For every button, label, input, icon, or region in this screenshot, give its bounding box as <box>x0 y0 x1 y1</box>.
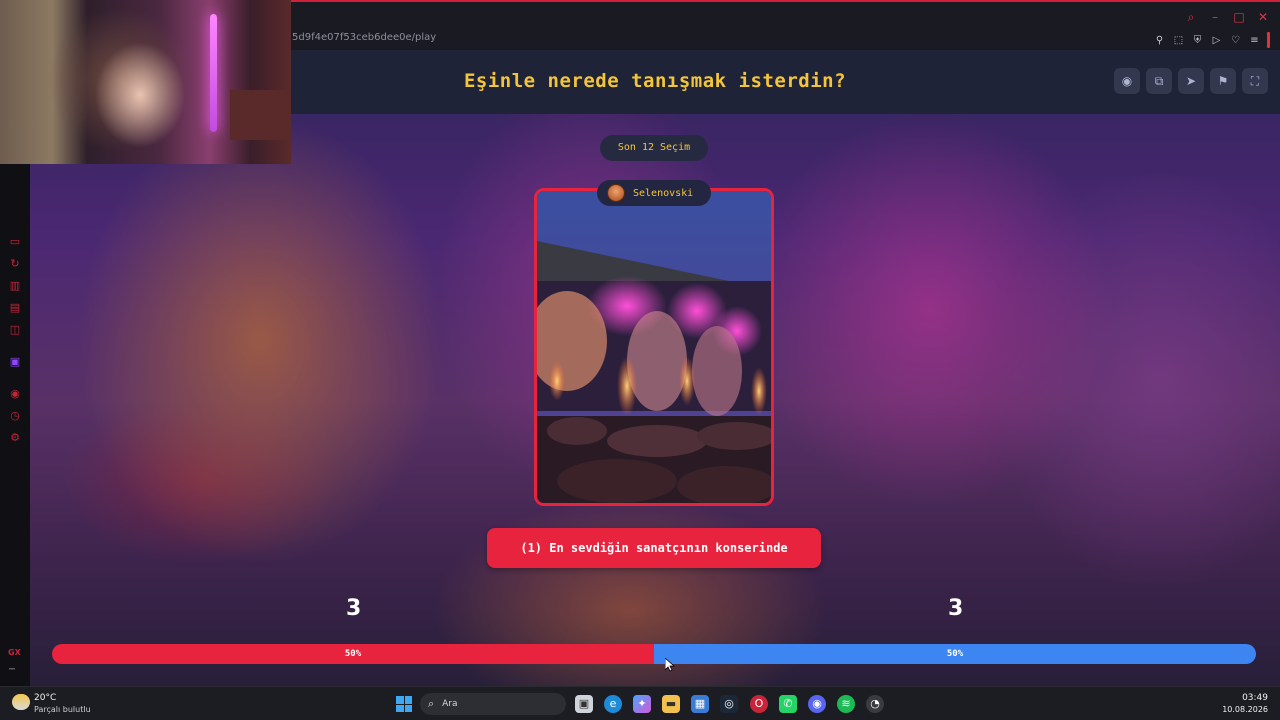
right-vote-count: 3 <box>948 596 964 621</box>
twitch-icon[interactable]: ▣ <box>9 356 21 368</box>
eye-icon[interactable]: ◉ <box>1114 68 1140 94</box>
fullscreen-icon[interactable]: ⛶ <box>1242 68 1268 94</box>
answer-image-card[interactable] <box>534 188 774 506</box>
copilot-icon[interactable]: ✦ <box>633 695 651 713</box>
user-badge: Selenovski <box>597 180 711 206</box>
gx-label[interactable]: GX <box>8 648 21 657</box>
weather-icon[interactable] <box>12 694 30 710</box>
refresh-icon[interactable]: ↻ <box>9 258 21 270</box>
extension-icons: ⚲ ⬚ ⛨ ▷ ♡ ≡ <box>1153 32 1270 48</box>
steam-icon[interactable]: ◎ <box>720 695 738 713</box>
chat-icon[interactable]: ▤ <box>9 302 21 314</box>
share-icon[interactable]: ⧉ <box>1146 68 1172 94</box>
clock-time[interactable]: 03:49 <box>1242 693 1268 703</box>
messenger-icon[interactable]: ◫ <box>9 324 21 336</box>
discord-icon[interactable]: ◉ <box>808 695 826 713</box>
shield-icon[interactable]: ⛨ <box>1191 34 1204 47</box>
play-icon[interactable]: ▷ <box>1210 34 1223 47</box>
right-percent-label: 50% <box>946 649 964 659</box>
gx-accent-bar <box>1267 32 1270 48</box>
address-bar[interactable]: 5d9f4e07f53ceb6dee0e/play <box>292 32 436 43</box>
vote-progress-bar: 50% 50% <box>52 644 1256 664</box>
file-explorer-icon[interactable]: ▬ <box>662 695 680 713</box>
search-placeholder: Ara <box>442 699 458 709</box>
close-icon[interactable]: ✕ <box>1256 10 1270 24</box>
app-icon[interactable]: ◔ <box>866 695 884 713</box>
concert-image <box>537 191 771 503</box>
mouse-cursor-icon <box>665 658 675 672</box>
clock-date[interactable]: 10.08.2026 <box>1222 705 1268 714</box>
more-icon[interactable]: ⋯ <box>9 664 15 675</box>
user-name: Selenovski <box>633 187 694 199</box>
webcam-overlay <box>0 0 291 164</box>
taskbar-search[interactable]: ⌕ Ara <box>420 693 566 715</box>
search-icon: ⌕ <box>428 697 435 710</box>
search-icon[interactable]: ⌕ <box>1184 10 1198 24</box>
minimize-icon[interactable]: – <box>1208 10 1222 24</box>
flag-icon[interactable]: ⚑ <box>1210 68 1236 94</box>
record-icon[interactable]: ◉ <box>9 388 21 400</box>
menu-icon[interactable]: ≡ <box>1248 34 1261 47</box>
opera-gx-icon[interactable]: O <box>750 695 768 713</box>
right-vote-bar: 50% <box>654 644 1256 664</box>
start-icon[interactable] <box>396 696 412 712</box>
avatar <box>607 184 625 202</box>
left-percent-label: 50% <box>344 649 362 659</box>
maximize-icon[interactable]: □ <box>1232 10 1246 24</box>
answer-option-button[interactable]: (1) En sevdiğin sanatçının konserinde <box>487 528 821 568</box>
weather-description[interactable]: Parçalı bulutlu <box>34 705 91 714</box>
edge-icon[interactable]: e <box>604 695 622 713</box>
spotify-icon[interactable]: ≋ <box>837 695 855 713</box>
snapshot-icon[interactable]: ⬚ <box>1172 34 1185 47</box>
recent-choices-button[interactable]: Son 12 Seçim <box>600 135 708 161</box>
weather-temperature[interactable]: 20°C <box>34 693 56 703</box>
left-vote-count: 3 <box>346 596 362 621</box>
left-vote-bar: 50% <box>52 644 654 664</box>
task-view-icon[interactable]: ▣ <box>575 695 593 713</box>
taskbar: 20°C Parçalı bulutlu ⌕ Ara ▣ e ✦ ▬ ▦ ◎ O… <box>0 686 1280 720</box>
heart-icon[interactable]: ♡ <box>1229 34 1242 47</box>
led-light <box>210 14 217 132</box>
window-controls: ⌕ – □ ✕ <box>1184 10 1270 24</box>
clock-icon[interactable]: ◷ <box>9 410 21 422</box>
settings-icon[interactable]: ⚙ <box>9 432 21 444</box>
whatsapp-icon[interactable]: ✆ <box>779 695 797 713</box>
gaming-icon[interactable]: ▭ <box>9 236 21 248</box>
screen: 5d9f4e07f53ceb6dee0e/play ⌕ – □ ✕ ⚲ ⬚ ⛨ … <box>0 0 1280 720</box>
store-icon[interactable]: ▦ <box>691 695 709 713</box>
pin-icon[interactable]: ⚲ <box>1153 34 1166 47</box>
bag-icon[interactable]: ▥ <box>9 280 21 292</box>
webcam-background <box>230 90 290 140</box>
send-icon[interactable]: ➤ <box>1178 68 1204 94</box>
